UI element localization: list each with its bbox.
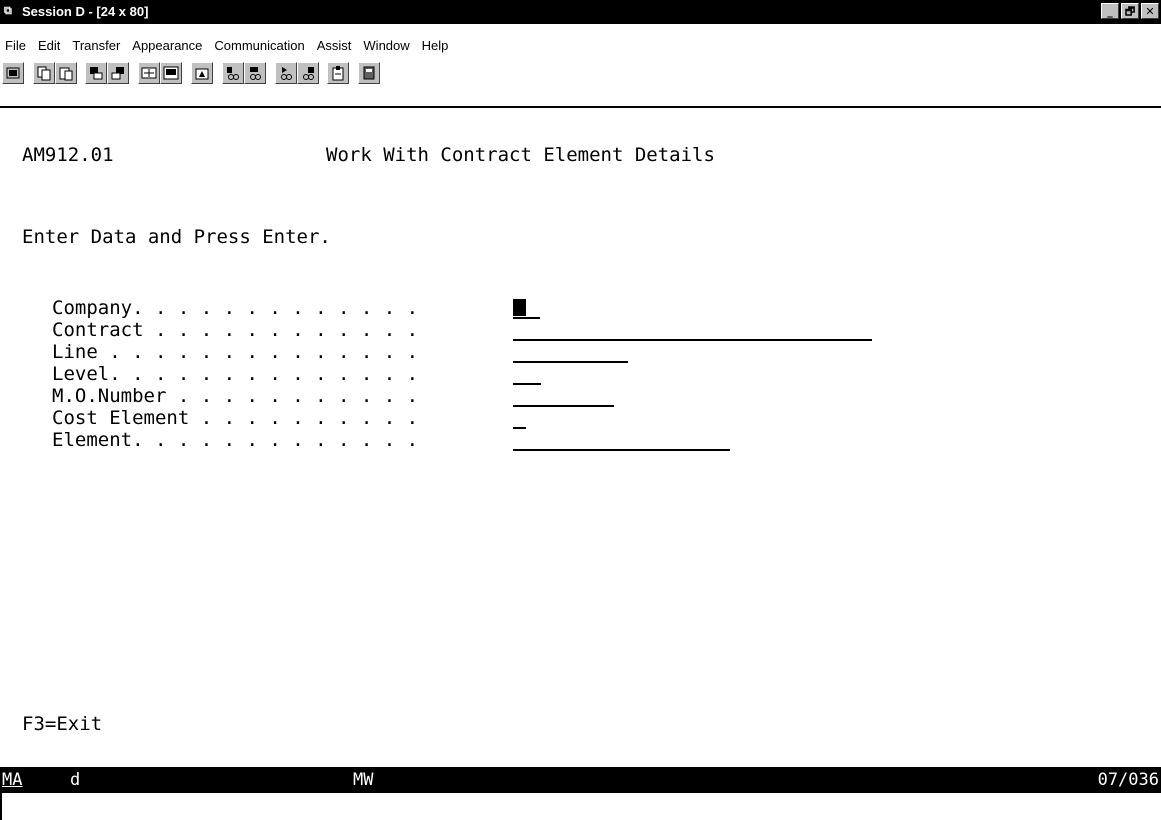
close-button[interactable]: ✕ xyxy=(1141,3,1159,19)
receive-icon[interactable] xyxy=(107,62,129,84)
function-keys: F3=Exit xyxy=(22,713,103,735)
restore-button[interactable]: 🗗 xyxy=(1121,3,1139,19)
menu-bar: File Edit Transfer Appearance Communicat… xyxy=(0,33,1161,57)
field-label-line: Line . . . . . . . . . . . . . . xyxy=(52,341,419,363)
element-input[interactable] xyxy=(513,449,730,451)
display-setup-icon[interactable] xyxy=(160,62,182,84)
terminal-screen[interactable]: AM912.01 Work With Contract Element Deta… xyxy=(0,106,1161,761)
line-input[interactable] xyxy=(513,361,628,363)
level-input[interactable] xyxy=(513,383,541,385)
field-label-cost-element: Cost Element . . . . . . . . . . xyxy=(52,407,419,429)
menu-edit[interactable]: Edit xyxy=(32,38,66,53)
send-icon[interactable] xyxy=(85,62,107,84)
field-label-company: Company. . . . . . . . . . . . . xyxy=(52,297,419,319)
status-bar: MA d MW 07/036 xyxy=(0,767,1161,793)
keyboard-icon[interactable] xyxy=(138,62,160,84)
cost-element-input[interactable] xyxy=(513,427,526,429)
menu-appearance[interactable]: Appearance xyxy=(126,38,208,53)
window-edge xyxy=(0,793,2,820)
text-cursor xyxy=(513,299,526,316)
window-title: Session D - [24 x 80] xyxy=(22,4,149,19)
book-icon[interactable] xyxy=(358,62,380,84)
field-label-level: Level. . . . . . . . . . . . . . xyxy=(52,363,419,385)
cursor-position: 07/036 xyxy=(1097,770,1159,790)
toolbar xyxy=(0,60,1161,108)
session-icon[interactable]: ⧉ xyxy=(4,5,18,18)
field-label-contract: Contract . . . . . . . . . . . . xyxy=(52,319,419,341)
title-bar: ⧉ Session D - [24 x 80] _ 🗗 ✕ xyxy=(0,0,1161,24)
start-macro-icon[interactable] xyxy=(297,62,319,84)
menu-communication[interactable]: Communication xyxy=(208,38,310,53)
minimize-button[interactable]: _ xyxy=(1101,3,1119,19)
menu-file[interactable]: File xyxy=(0,38,32,53)
instruction-text: Enter Data and Press Enter. xyxy=(22,226,331,248)
company-input[interactable] xyxy=(513,317,540,319)
play-icon[interactable] xyxy=(244,62,266,84)
status-indicator: MA xyxy=(2,770,23,790)
menu-help[interactable]: Help xyxy=(416,38,455,53)
menu-assist[interactable]: Assist xyxy=(311,38,358,53)
contract-input[interactable] xyxy=(513,339,872,341)
macro-icon[interactable] xyxy=(191,62,213,84)
record-icon[interactable] xyxy=(222,62,244,84)
menu-window[interactable]: Window xyxy=(357,38,415,53)
screen-title: Work With Contract Element Details xyxy=(326,144,715,166)
menu-transfer[interactable]: Transfer xyxy=(66,38,126,53)
status-mode: d xyxy=(70,770,81,790)
mo-number-input[interactable] xyxy=(513,405,614,407)
paste-icon[interactable] xyxy=(55,62,77,84)
message-waiting-indicator: MW xyxy=(353,770,374,790)
field-label-mo-number: M.O.Number . . . . . . . . . . . xyxy=(52,385,419,407)
copy-icon[interactable] xyxy=(33,62,55,84)
window-controls: _ 🗗 ✕ xyxy=(1101,3,1159,19)
field-label-element: Element. . . . . . . . . . . . . xyxy=(52,429,419,451)
stop-macro-icon[interactable] xyxy=(275,62,297,84)
program-id: AM912.01 xyxy=(22,144,114,166)
clipboard-icon[interactable] xyxy=(327,62,349,84)
print-screen-icon[interactable] xyxy=(2,62,24,84)
